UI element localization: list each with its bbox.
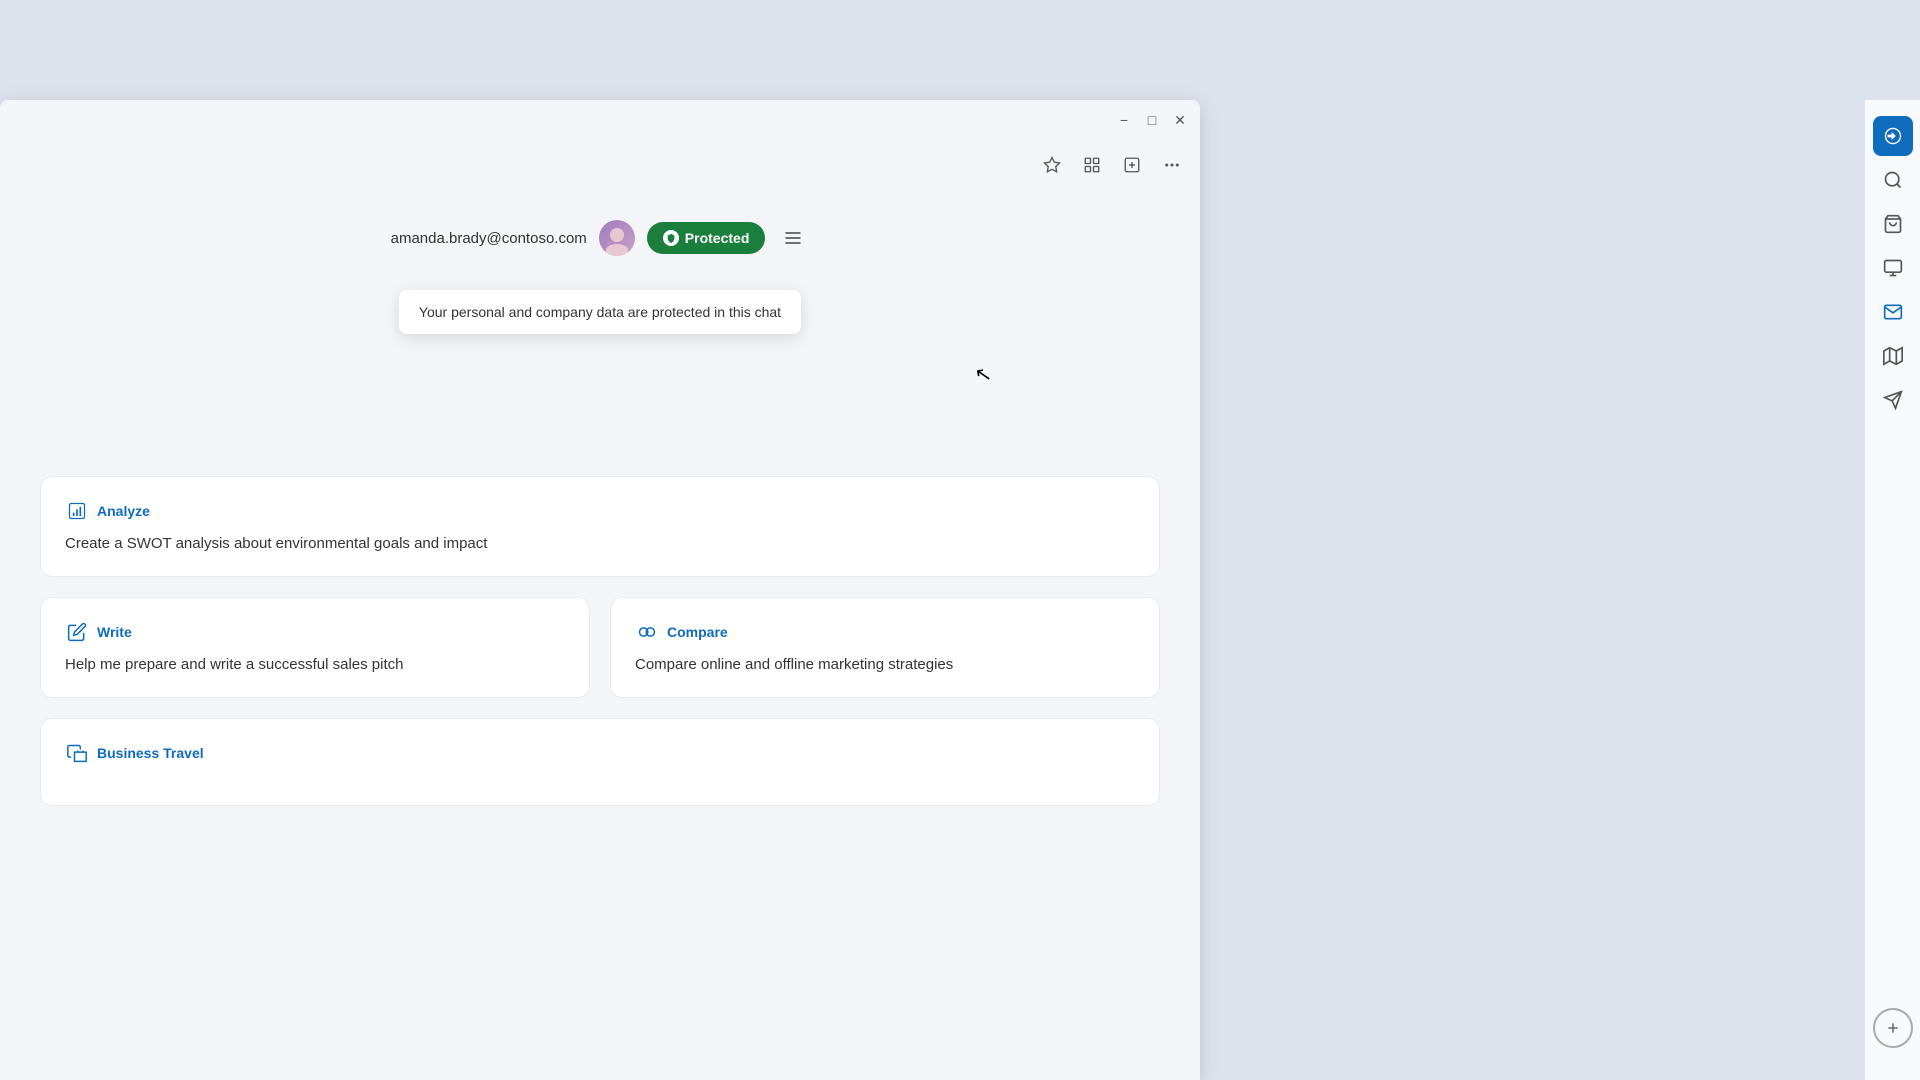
analyze-text: Create a SWOT analysis about environment… <box>65 533 1135 554</box>
protection-tooltip: Your personal and company data are prote… <box>399 290 801 334</box>
avatar <box>599 220 635 256</box>
more-button[interactable] <box>1156 149 1188 181</box>
card-row-2: Write Help me prepare and write a succes… <box>40 597 1160 698</box>
analyze-label: Analyze <box>97 503 150 519</box>
window-controls: − □ ✕ <box>1116 112 1188 128</box>
write-tag: Write <box>65 620 565 644</box>
collections-icon[interactable] <box>1076 149 1108 181</box>
maximize-button[interactable]: □ <box>1144 112 1160 128</box>
add-tab-icon[interactable] <box>1116 149 1148 181</box>
title-bar: − □ ✕ <box>0 100 1200 140</box>
compare-card[interactable]: Compare Compare online and offline marke… <box>610 597 1160 698</box>
analyze-icon <box>65 499 89 523</box>
copilot-sidebar-icon[interactable] <box>1873 116 1913 156</box>
travel-icon <box>65 741 89 765</box>
user-header: amanda.brady@contoso.com Protected <box>40 220 1160 256</box>
analyze-tag: Analyze <box>65 499 1135 523</box>
outlook-sidebar-icon[interactable] <box>1873 292 1913 332</box>
protected-button[interactable]: Protected <box>647 222 766 254</box>
shopping-sidebar-icon[interactable] <box>1873 204 1913 244</box>
content-area: amanda.brady@contoso.com Protected Your … <box>0 190 1200 1080</box>
card-row-3: Business Travel <box>40 718 1160 806</box>
add-sidebar-button[interactable] <box>1873 1008 1913 1048</box>
close-button[interactable]: ✕ <box>1172 112 1188 128</box>
travel-tag: Business Travel <box>65 741 1135 765</box>
minimize-button[interactable]: − <box>1116 112 1132 128</box>
write-label: Write <box>97 624 132 640</box>
business-travel-card[interactable]: Business Travel <box>40 718 1160 806</box>
analyze-card[interactable]: Analyze Create a SWOT analysis about env… <box>40 476 1160 577</box>
toolbar <box>0 140 1200 190</box>
compare-tag: Compare <box>635 620 1135 644</box>
cards-section: Analyze Create a SWOT analysis about env… <box>40 476 1160 806</box>
right-sidebar <box>1864 100 1920 1080</box>
compare-label: Compare <box>667 624 728 640</box>
menu-button[interactable] <box>777 222 809 254</box>
travel-label: Business Travel <box>97 745 204 761</box>
write-text: Help me prepare and write a successful s… <box>65 654 565 675</box>
search-sidebar-icon[interactable] <box>1873 160 1913 200</box>
send-sidebar-icon[interactable] <box>1873 380 1913 420</box>
card-row-1: Analyze Create a SWOT analysis about env… <box>40 476 1160 577</box>
protected-label: Protected <box>685 230 750 246</box>
browser-window: − □ ✕ <box>0 100 1200 1080</box>
user-email: amanda.brady@contoso.com <box>391 230 587 247</box>
compare-text: Compare online and offline marketing str… <box>635 654 1135 675</box>
shield-icon <box>663 230 679 246</box>
write-card[interactable]: Write Help me prepare and write a succes… <box>40 597 590 698</box>
tooltip-text: Your personal and company data are prote… <box>419 304 781 320</box>
write-icon <box>65 620 89 644</box>
tools-sidebar-icon[interactable] <box>1873 248 1913 288</box>
compare-icon <box>635 620 659 644</box>
maps-sidebar-icon[interactable] <box>1873 336 1913 376</box>
favorite-icon[interactable] <box>1036 149 1068 181</box>
